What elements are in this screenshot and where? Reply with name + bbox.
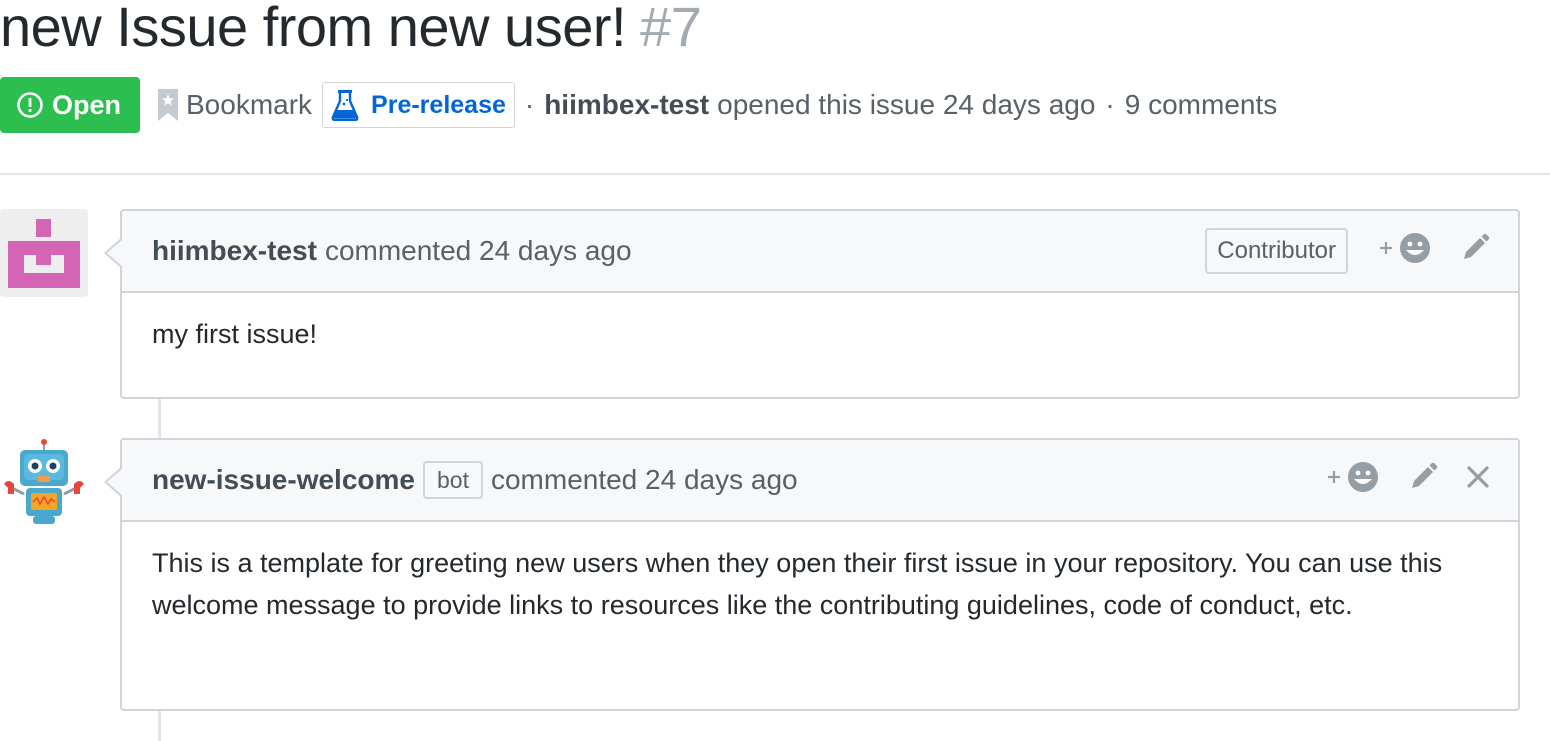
meta-separator: · [524,89,535,120]
add-reaction-button[interactable] [1326,459,1382,502]
bot-avatar[interactable] [0,438,88,526]
meta-separator-2: · [1105,89,1115,120]
timeline-connector [158,710,161,741]
robot-avatar-image [4,439,84,524]
comment-timestamp[interactable]: commented 24 days ago [491,464,798,496]
bookmark-icon [158,89,178,121]
bookmark-button[interactable]: Bookmark [158,89,312,121]
milestone-label: Pre-release [371,90,506,119]
state-badge: Open [0,77,140,133]
comment-header: new-issue-welcome bot commented 24 days … [122,440,1518,522]
smiley-icon [1326,459,1382,502]
header-divider [0,173,1550,175]
issue-title: new Issue from new user! #7 [0,0,702,62]
state-label: Open [52,89,122,120]
edit-comment-button[interactable] [1460,233,1490,270]
identicon-avatar-image [8,219,80,288]
timeline-connector [158,398,161,438]
comment-author-link[interactable]: new-issue-welcome [152,464,415,496]
x-icon [1466,464,1490,496]
issue-author-link[interactable]: hiimbex-test [544,89,709,121]
issue-title-text: new Issue from new user! [0,0,627,58]
bot-badge: bot [422,461,483,499]
milestone-link[interactable]: Pre-release [322,82,515,128]
smiley-icon [1378,230,1434,273]
comment-author-link[interactable]: hiimbex-test [152,235,317,267]
pencil-icon [1460,233,1490,270]
add-reaction-button[interactable] [1378,230,1434,273]
bookmark-label: Bookmark [186,89,313,120]
comment-body: my first issue! [152,319,318,349]
contributor-badge: Contributor [1205,228,1348,274]
comment-timestamp[interactable]: commented 24 days ago [325,235,632,267]
issue-meta: Open Bookmark Pre-release · hiimbex-test… [0,77,1277,133]
delete-comment-button[interactable] [1466,464,1490,496]
opened-text: opened this issue 24 days ago [717,89,1096,120]
pencil-icon [1408,462,1438,499]
beaker-icon [331,89,359,121]
comment-body: This is a template for greeting new user… [152,548,1443,620]
issue-page: new Issue from new user! #7 Open Bookmark [0,0,1550,741]
issue-number: #7 [640,0,702,58]
comment: new-issue-welcome bot commented 24 days … [104,438,1520,711]
avatar[interactable] [0,209,88,297]
edit-comment-button[interactable] [1408,462,1438,499]
comment: hiimbex-test commented 24 days ago Contr… [104,209,1520,399]
comment-header: hiimbex-test commented 24 days ago Contr… [122,211,1518,293]
comments-count[interactable]: 9 comments [1125,89,1278,121]
issue-opened-icon [16,91,44,119]
